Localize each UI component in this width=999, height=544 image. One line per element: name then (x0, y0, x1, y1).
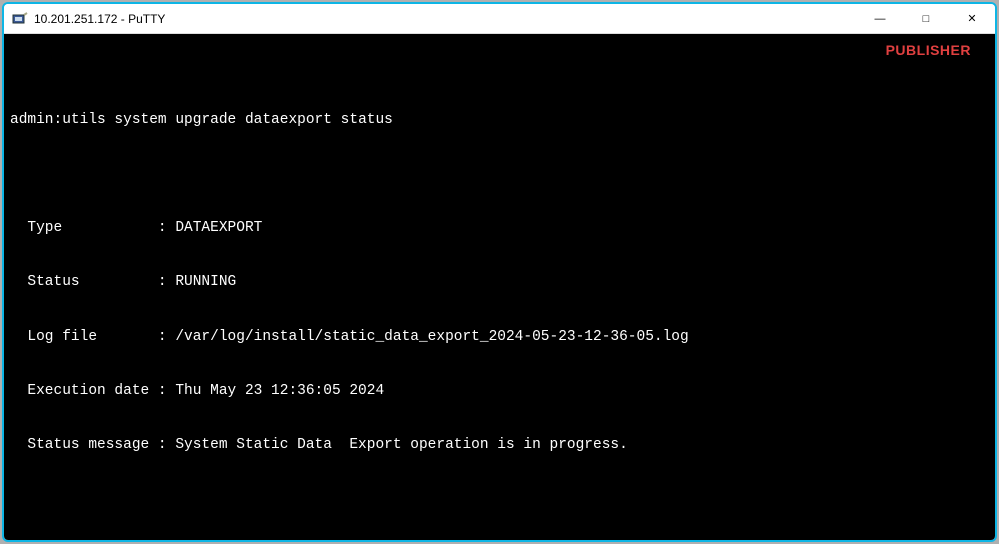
window-controls: — □ ✕ (857, 4, 995, 33)
msg-value: System Static Data Export operation is i… (175, 437, 627, 453)
terminal[interactable]: PUBLISHER admin:utils system upgrade dat… (4, 34, 995, 540)
logfile-row: Log file : /var/log/install/static_data_… (10, 328, 989, 346)
msg-label: Status message : (10, 437, 175, 453)
exec-value: Thu May 23 12:36:05 2024 (175, 383, 384, 399)
window-title: 10.201.251.172 - PuTTY (34, 12, 857, 26)
prompt: admin: (10, 112, 62, 128)
minimize-button[interactable]: — (857, 4, 903, 33)
status-value: RUNNING (175, 274, 236, 290)
type-label: Type : (10, 220, 175, 236)
blank-line (10, 491, 989, 509)
putty-icon (12, 11, 28, 27)
logfile-label: Log file : (10, 329, 175, 345)
logfile-value: /var/log/install/static_data_export_2024… (175, 329, 688, 345)
close-button[interactable]: ✕ (949, 4, 995, 33)
command-line-1: admin:utils system upgrade dataexport st… (10, 111, 989, 129)
putty-window: 10.201.251.172 - PuTTY — □ ✕ PUBLISHER a… (2, 2, 997, 542)
exec-row: Execution date : Thu May 23 12:36:05 202… (10, 382, 989, 400)
msg-row: Status message : System Static Data Expo… (10, 436, 989, 454)
publisher-badge: PUBLISHER (886, 42, 971, 60)
command-text: utils system upgrade dataexport status (62, 112, 393, 128)
status-label: Status : (10, 274, 175, 290)
type-value: DATAEXPORT (175, 220, 262, 236)
status-row: Status : RUNNING (10, 273, 989, 291)
titlebar[interactable]: 10.201.251.172 - PuTTY — □ ✕ (4, 4, 995, 34)
exec-label: Execution date : (10, 383, 175, 399)
blank-line (10, 165, 989, 183)
maximize-button[interactable]: □ (903, 4, 949, 33)
type-row: Type : DATAEXPORT (10, 219, 989, 237)
